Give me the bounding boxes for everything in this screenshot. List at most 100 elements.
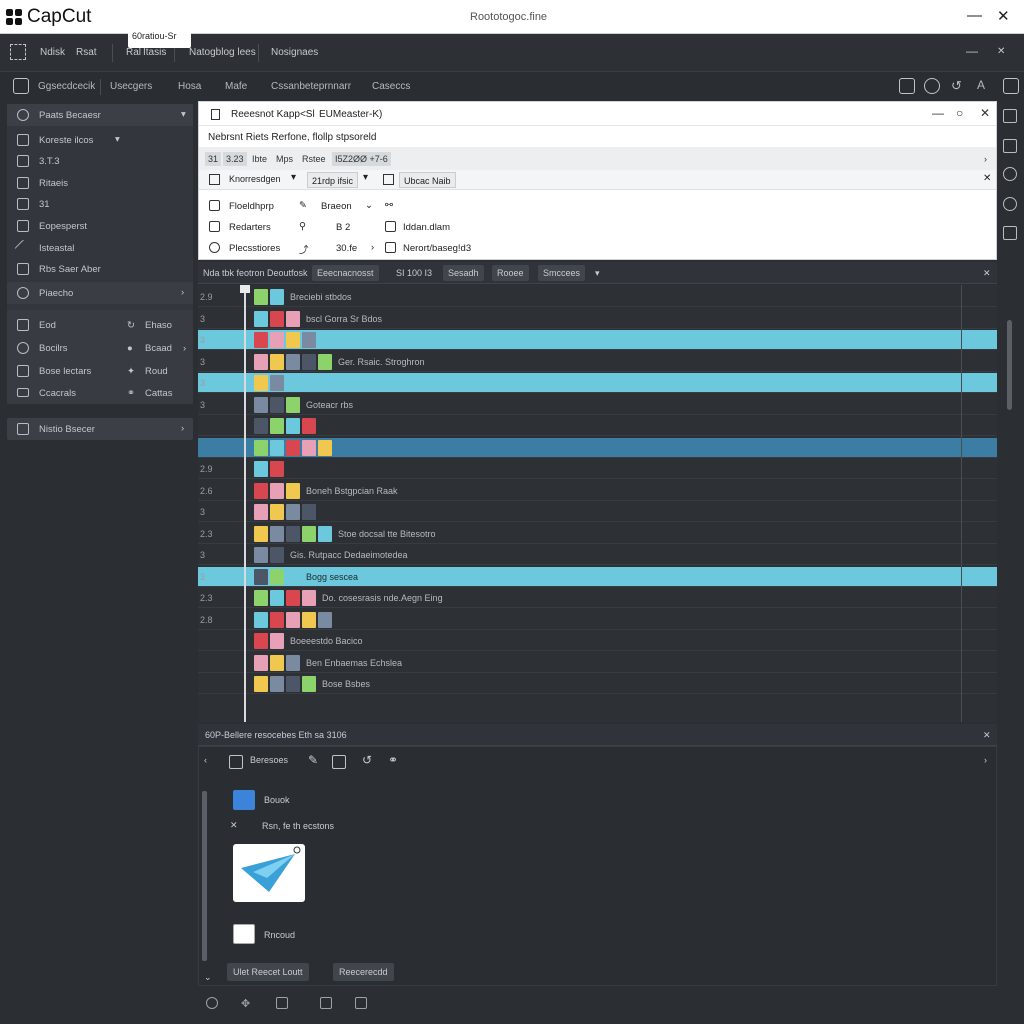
timeline-track[interactable]: 2.8 bbox=[198, 610, 997, 630]
track-clip[interactable] bbox=[286, 676, 300, 692]
track-clip[interactable] bbox=[254, 332, 268, 348]
track-clip[interactable] bbox=[270, 654, 284, 671]
track-clip[interactable] bbox=[254, 482, 268, 499]
track-clip[interactable] bbox=[254, 504, 268, 520]
track-clip[interactable] bbox=[302, 439, 316, 456]
track-clip[interactable] bbox=[286, 525, 300, 542]
track-clip[interactable] bbox=[270, 461, 284, 477]
grid-item[interactable]: Bocilrs bbox=[39, 343, 68, 354]
track-clip[interactable] bbox=[286, 504, 300, 520]
record-button[interactable]: Reecerecdd bbox=[333, 963, 394, 981]
bottom-item[interactable]: Rncoud bbox=[259, 927, 300, 943]
combo-select[interactable]: 21rdp ifsic bbox=[307, 172, 359, 188]
menu-item[interactable]: Itasis bbox=[143, 47, 166, 58]
dialog-tab[interactable]: 3.23 bbox=[223, 152, 247, 166]
track-clip[interactable] bbox=[270, 568, 284, 585]
effects-section[interactable]: Piaecho › bbox=[7, 282, 193, 304]
lasso-icon[interactable]: ↺ bbox=[357, 750, 377, 767]
toolbar-item[interactable]: Ggsecdcecik bbox=[38, 81, 95, 92]
grid-icon[interactable] bbox=[355, 997, 367, 1009]
grid-item[interactable]: Eod bbox=[39, 320, 56, 331]
folder-icon[interactable] bbox=[13, 78, 29, 94]
option[interactable]: Nerort/baseg!d3 bbox=[403, 243, 471, 254]
close-panel-icon[interactable]: ✕ bbox=[997, 46, 1005, 57]
track-clip[interactable] bbox=[254, 676, 268, 692]
track-clip[interactable] bbox=[302, 353, 316, 370]
timeline-track[interactable]: Ben Enbaemas Echslea bbox=[198, 653, 997, 673]
track-clip[interactable] bbox=[286, 332, 300, 348]
left-panel-item[interactable]: 3.T.3 bbox=[39, 156, 60, 167]
menu-item[interactable]: Ndisk bbox=[40, 47, 65, 58]
track-clip[interactable] bbox=[254, 568, 268, 585]
timeline[interactable]: Bose Bsbes Ben Enbaemas Echslea Boeeestdo … bbox=[198, 285, 997, 722]
track-clip[interactable] bbox=[270, 310, 284, 327]
track-clip[interactable] bbox=[302, 525, 316, 542]
track-clip[interactable] bbox=[254, 353, 268, 370]
timeline-track[interactable]: 2.3 Stoe docsal tte Bitesotro bbox=[198, 524, 997, 544]
track-clip[interactable] bbox=[286, 310, 300, 327]
track-clip[interactable] bbox=[302, 611, 316, 628]
option[interactable]: B 2 bbox=[336, 222, 350, 233]
timeline-tab[interactable]: SI 100 I3 bbox=[391, 265, 437, 281]
left-panel-item[interactable]: Rbs Saer Aber bbox=[39, 264, 101, 275]
record-icon[interactable] bbox=[1003, 167, 1017, 181]
timeline-track[interactable] bbox=[198, 416, 997, 436]
track-clip[interactable] bbox=[254, 439, 268, 456]
track-clip[interactable] bbox=[254, 654, 268, 671]
toolbar-item[interactable]: Usecgers bbox=[110, 81, 152, 92]
track-clip[interactable] bbox=[318, 525, 332, 542]
track-clip[interactable] bbox=[286, 439, 300, 456]
checkbox-icon[interactable] bbox=[229, 755, 243, 769]
toolbar-item[interactable]: Hosa bbox=[178, 81, 201, 92]
ratio-dropdown[interactable]: 60ratiou-Sr bbox=[128, 26, 191, 48]
timeline-tab[interactable]: Smccees bbox=[538, 265, 586, 281]
track-clip[interactable] bbox=[318, 611, 332, 628]
grid-item[interactable]: Ccacrals bbox=[39, 388, 76, 399]
track-clip[interactable] bbox=[270, 482, 284, 499]
combo-label[interactable]: Knorresdgen bbox=[229, 174, 281, 184]
option[interactable]: Plecsstiores bbox=[229, 243, 280, 254]
bottom-item[interactable]: Bouok bbox=[259, 792, 295, 808]
track-clip[interactable] bbox=[254, 590, 268, 606]
dialog-tab[interactable]: 31 bbox=[205, 152, 222, 166]
track-clip[interactable] bbox=[286, 396, 300, 413]
option[interactable]: Floeldhprp bbox=[229, 201, 274, 212]
track-clip[interactable] bbox=[270, 439, 284, 456]
globe-icon[interactable] bbox=[1003, 197, 1017, 211]
track-clip[interactable] bbox=[254, 418, 268, 434]
track-clip[interactable] bbox=[270, 396, 284, 413]
layout-icon[interactable] bbox=[1003, 78, 1019, 94]
image-icon[interactable] bbox=[899, 78, 915, 94]
menu-item[interactable]: Natogblog lees bbox=[189, 47, 256, 58]
grid-item[interactable]: Roud bbox=[145, 366, 168, 377]
left-panel-item[interactable]: Ritaeis bbox=[39, 178, 68, 189]
track-clip[interactable] bbox=[302, 418, 316, 434]
option[interactable]: 30.fe bbox=[336, 243, 357, 254]
cursor-icon[interactable]: ✥ bbox=[241, 997, 253, 1010]
track-clip[interactable] bbox=[318, 353, 332, 370]
track-clip[interactable] bbox=[270, 547, 284, 563]
track-clip[interactable] bbox=[254, 375, 268, 391]
track-clip[interactable] bbox=[254, 611, 268, 628]
timeline-tab[interactable]: Sesadh bbox=[443, 265, 484, 281]
chevron-down-icon[interactable]: ⌄ bbox=[365, 200, 373, 211]
left-panel-item[interactable]: 31 bbox=[39, 199, 50, 210]
track-clip[interactable] bbox=[286, 611, 300, 628]
table-icon[interactable] bbox=[1003, 226, 1017, 240]
track-clip[interactable] bbox=[302, 332, 316, 348]
link-icon[interactable]: ⚭ bbox=[383, 750, 403, 767]
combo-select[interactable]: Ubcac Naib bbox=[399, 172, 456, 188]
preview-card[interactable] bbox=[233, 844, 305, 902]
track-clip[interactable] bbox=[254, 547, 268, 563]
toolbar-item[interactable]: Caseccs bbox=[372, 81, 410, 92]
timeline-track[interactable]: Bose Bsbes bbox=[198, 674, 997, 694]
undo-icon[interactable]: ↺ bbox=[951, 78, 962, 94]
chevron-down-icon[interactable]: ⌄ bbox=[199, 969, 217, 985]
menu-item[interactable]: Rsat bbox=[76, 47, 97, 58]
pen-icon[interactable]: ✎ bbox=[303, 750, 323, 767]
grid-icon[interactable] bbox=[1003, 109, 1017, 123]
timeline-track[interactable] bbox=[198, 437, 997, 458]
track-clip[interactable] bbox=[254, 633, 268, 649]
playhead-handle[interactable] bbox=[240, 285, 250, 293]
square-icon[interactable] bbox=[276, 997, 288, 1009]
